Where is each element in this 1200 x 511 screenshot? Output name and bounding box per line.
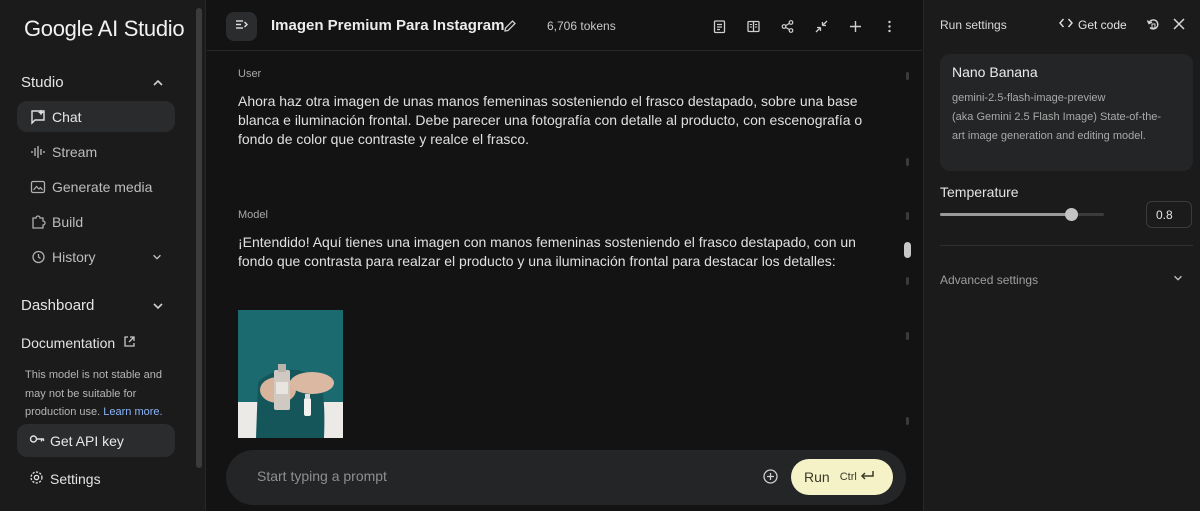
advanced-settings-toggle[interactable]: Advanced settings	[940, 272, 1184, 287]
temperature-label: Temperature	[940, 184, 1019, 200]
run-button[interactable]: Run Ctrl	[791, 459, 893, 495]
code-icon	[1059, 17, 1078, 32]
compress-icon[interactable]	[814, 19, 829, 34]
model-id: gemini-2.5-flash-image-preview	[952, 92, 1106, 104]
studio-section-header[interactable]: Studio	[21, 74, 165, 91]
divider	[940, 245, 1193, 246]
add-media-icon[interactable]	[762, 468, 779, 485]
external-link-icon	[115, 335, 136, 351]
model-name: Nano Banana	[952, 64, 1038, 80]
studio-label: Studio	[21, 74, 64, 91]
documentation-link[interactable]: Documentation	[21, 335, 136, 351]
pencil-icon[interactable]	[503, 19, 517, 33]
plus-icon[interactable]	[848, 19, 863, 34]
get-api-key-button[interactable]: Get API key	[17, 424, 175, 457]
run-settings-title: Run settings	[940, 18, 1007, 32]
close-icon[interactable]	[1172, 17, 1186, 31]
media-icon	[30, 179, 46, 195]
model-description: gemini-2.5-flash-image-preview (aka Gemi…	[952, 89, 1172, 146]
user-message: Ahora haz otra imagen de unas manos feme…	[238, 93, 863, 147]
settings-label: Settings	[50, 471, 101, 487]
temperature-slider-fill	[940, 213, 1071, 216]
compare-icon[interactable]	[712, 19, 727, 34]
chat-scrollbar-thumb[interactable]	[904, 242, 911, 258]
scroll-marker	[906, 277, 909, 285]
more-vert-icon[interactable]	[882, 19, 897, 34]
sidebar-item-build[interactable]: Build	[17, 206, 175, 237]
sidebar-item-label: Build	[52, 213, 84, 230]
token-count: 6,706 tokens	[547, 19, 616, 33]
generated-image[interactable]	[238, 310, 343, 438]
toggle-sidebar-button[interactable]	[226, 12, 257, 41]
share-icon[interactable]	[780, 19, 795, 34]
documentation-label: Documentation	[21, 335, 116, 351]
sidebar-scrollbar[interactable]	[196, 8, 202, 468]
history-icon	[30, 249, 46, 265]
left-sidebar: Google AI Studio Studio Chat Stream Gene…	[0, 0, 206, 511]
dashboard-label: Dashboard	[21, 297, 95, 314]
learn-more-link[interactable]: Learn more.	[103, 406, 162, 418]
dashboard-section-header[interactable]: Dashboard	[21, 297, 165, 314]
message-role-model: Model	[238, 209, 268, 221]
run-settings-panel: Run settings Get code Nano Banana gemini…	[923, 0, 1200, 511]
prompt-input-bar: Start typing a prompt Run Ctrl	[226, 450, 906, 505]
waveform-icon	[30, 144, 46, 160]
temperature-slider[interactable]	[940, 208, 1104, 221]
sidebar-item-label: Chat	[52, 108, 82, 125]
scroll-marker	[906, 332, 909, 340]
run-label: Run	[804, 469, 830, 485]
run-shortcut: Ctrl	[840, 470, 875, 485]
columns-icon[interactable]	[746, 19, 761, 34]
prompt-input[interactable]: Start typing a prompt	[257, 468, 387, 484]
reset-icon[interactable]	[1146, 17, 1160, 31]
run-shortcut-label: Ctrl	[839, 471, 857, 483]
chat-header: Imagen Premium Para Instagram 6,706 toke…	[207, 0, 922, 51]
scroll-marker	[906, 212, 909, 220]
sidebar-item-label: Generate media	[52, 178, 153, 195]
chevron-down-icon	[151, 251, 163, 263]
sidebar-item-label: History	[52, 248, 96, 265]
model-selector-card[interactable]: Nano Banana gemini-2.5-flash-image-previ…	[940, 54, 1193, 171]
model-stability-note: This model is not stable and may not be …	[25, 366, 175, 422]
chat-area: User Ahora haz otra imagen de unas manos…	[207, 52, 922, 511]
temperature-slider-thumb[interactable]	[1065, 208, 1078, 221]
sidebar-item-chat[interactable]: Chat	[17, 101, 175, 132]
scroll-marker	[906, 158, 909, 166]
app-logo[interactable]: Google AI Studio	[24, 16, 185, 42]
model-summary: (aka Gemini 2.5 Flash Image) State-of-th…	[952, 111, 1162, 142]
advanced-settings-label: Advanced settings	[940, 272, 1039, 287]
get-code-button[interactable]: Get code	[1059, 17, 1127, 32]
sidebar-item-generate-media[interactable]: Generate media	[17, 171, 175, 202]
sidebar-item-stream[interactable]: Stream	[17, 136, 175, 167]
model-message: ¡Entendido! Aquí tienes una imagen con m…	[238, 234, 856, 269]
scroll-marker	[906, 72, 909, 80]
sidebar-collapse-icon	[234, 17, 249, 37]
key-icon	[29, 431, 50, 450]
get-code-label: Get code	[1078, 17, 1127, 32]
scroll-marker	[906, 417, 909, 425]
api-key-label: Get API key	[50, 432, 124, 449]
temperature-input[interactable]: 0.8	[1146, 201, 1192, 228]
chat-icon	[30, 109, 46, 125]
enter-key-icon	[857, 470, 875, 485]
chevron-down-icon	[1172, 272, 1184, 287]
sidebar-item-label: Stream	[52, 143, 98, 160]
gear-icon	[29, 470, 50, 488]
puzzle-icon	[30, 214, 46, 230]
settings-button[interactable]: Settings	[29, 470, 101, 488]
chevron-down-icon	[151, 299, 165, 313]
message-role-user: User	[238, 68, 262, 80]
chevron-up-icon	[151, 76, 165, 90]
prompt-title[interactable]: Imagen Premium Para Instagram	[271, 17, 504, 34]
sidebar-item-history[interactable]: History	[17, 241, 175, 272]
